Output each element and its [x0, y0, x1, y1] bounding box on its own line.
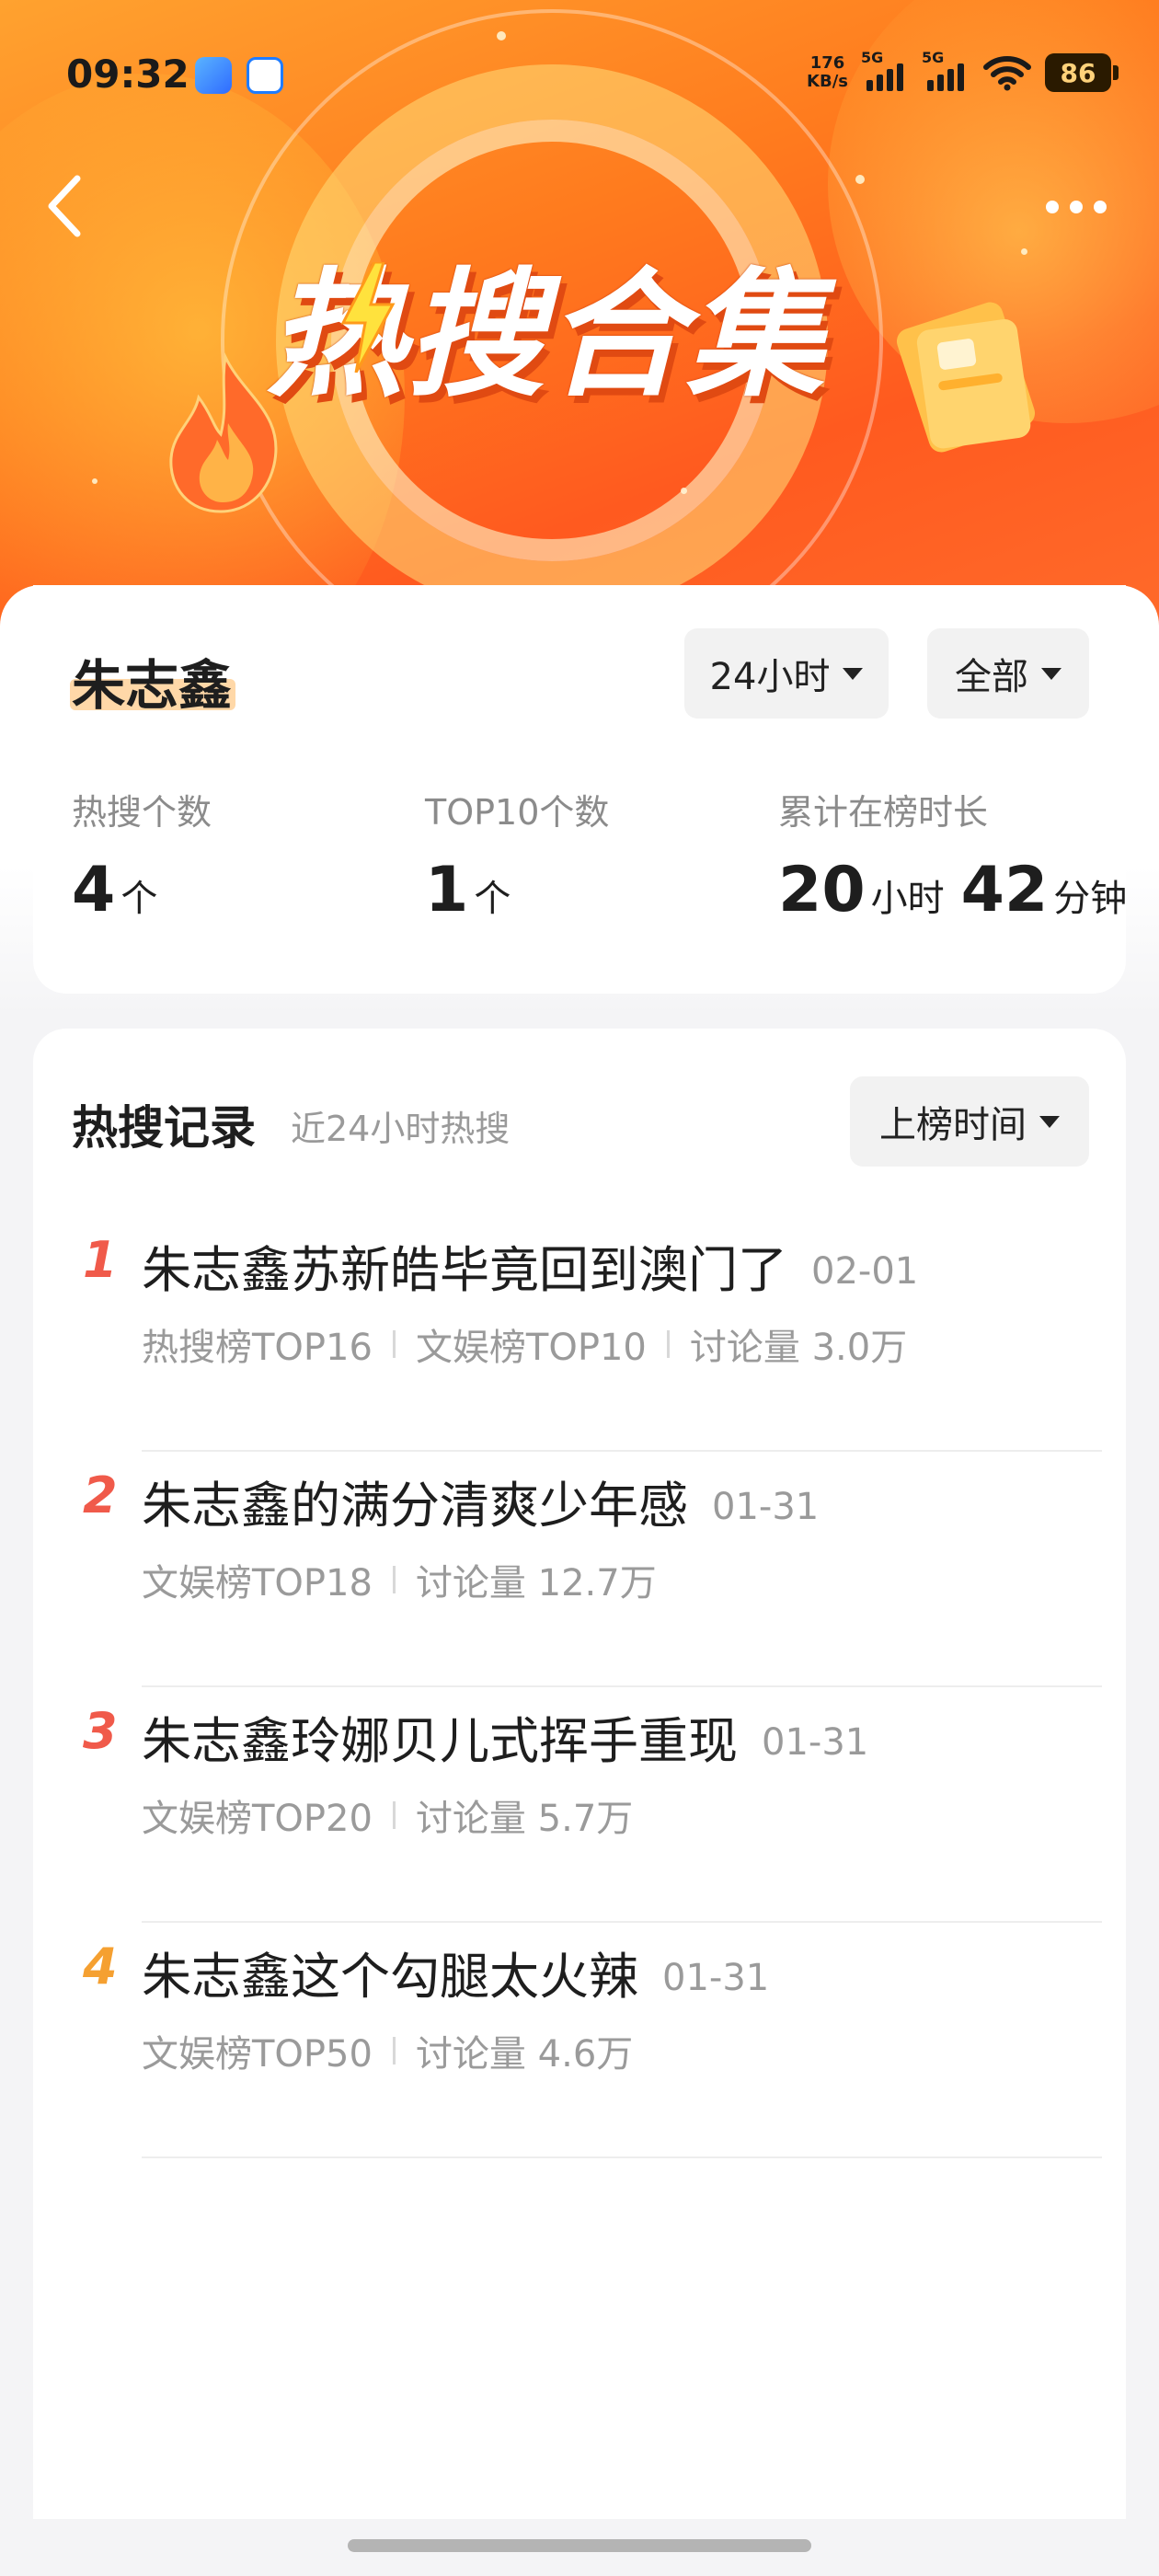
network-speed-unit: KB/s: [807, 72, 848, 91]
home-indicator[interactable]: [348, 2539, 811, 2552]
rank-number: 3: [83, 1702, 118, 1760]
more-dot: [1094, 201, 1107, 213]
stat-label-top10-count: TOP10个数: [425, 792, 610, 833]
record-discussion: 讨论量 5.7万: [415, 1798, 634, 1840]
category-filter-dropdown[interactable]: 全部: [927, 628, 1089, 719]
record-item[interactable]: 4 朱志鑫这个勾腿太火辣 01-31 文娱榜TOP50 讨论量 4.6万: [72, 1923, 1102, 2158]
record-title: 朱志鑫苏新皓毕竟回到澳门了: [142, 1241, 787, 1299]
record-meta: 文娱榜TOP50 讨论量 4.6万: [142, 2024, 633, 2077]
stat-value-top10-count: 1 个: [425, 854, 527, 926]
time-filter-label: 24小时: [709, 656, 831, 698]
network-speed: 176 KB/s: [807, 54, 848, 91]
back-button[interactable]: [37, 166, 101, 248]
app-icon-blue: [195, 57, 232, 94]
stat-hours-unit: 小时: [870, 878, 945, 920]
record-board-rank: 文娱榜TOP10: [415, 1327, 647, 1369]
stat-value-hot-count: 4 个: [72, 854, 174, 926]
sparkle-icon: [681, 488, 687, 494]
record-title-row: 朱志鑫苏新皓毕竟回到澳门了 02-01: [142, 1229, 918, 1302]
record-discussion: 讨论量 4.6万: [415, 2033, 634, 2076]
more-button[interactable]: [1030, 184, 1122, 230]
record-title-row: 朱志鑫玲娜贝儿式挥手重现 01-31: [142, 1700, 868, 1773]
record-date: 01-31: [762, 1721, 869, 1764]
more-dot: [1046, 201, 1059, 213]
records-title: 热搜记录: [72, 1101, 256, 1155]
meta-separator: [666, 1330, 670, 1358]
stat-unit: 个: [474, 878, 511, 920]
folder-icon: [896, 302, 1036, 453]
records-subtitle: 近24小时热搜: [291, 1109, 511, 1149]
record-meta: 文娱榜TOP20 讨论量 5.7万: [142, 1788, 633, 1842]
meta-separator: [392, 2037, 396, 2064]
lightning-icon: [340, 262, 396, 373]
record-title: 朱志鑫这个勾腿太火辣: [142, 1948, 638, 2006]
record-board-rank: 文娱榜TOP50: [142, 2033, 373, 2076]
record-board-rank: 文娱榜TOP18: [142, 1562, 373, 1604]
stat-minutes-unit: 分钟: [1053, 878, 1128, 920]
signal-icon: 5G: [922, 49, 970, 91]
rank-number: 1: [83, 1231, 118, 1289]
status-bar: 09:32 176 KB/s 5G 5G 86: [0, 0, 1159, 138]
person-name: 朱志鑫: [72, 654, 233, 717]
more-dot: [1070, 201, 1083, 213]
record-meta: 热搜榜TOP16 文娱榜TOP10 讨论量 3.0万: [142, 1317, 907, 1371]
stat-hours: 20: [778, 854, 866, 926]
wifi-icon: [983, 56, 1031, 91]
divider: [142, 2156, 1102, 2158]
rank-number: 2: [83, 1466, 118, 1524]
battery-tip: [1113, 65, 1119, 80]
time-filter-dropdown[interactable]: 24小时: [684, 628, 889, 719]
stat-number: 1: [425, 854, 469, 926]
signal-icon: 5G: [861, 49, 909, 91]
sort-label: 上榜时间: [879, 1104, 1027, 1146]
signal-label: 5G: [861, 49, 884, 66]
signal-label: 5G: [922, 49, 945, 66]
record-date: 02-01: [811, 1250, 919, 1293]
network-speed-value: 176: [809, 53, 845, 73]
stat-label-duration: 累计在榜时长: [778, 792, 989, 833]
stat-label-hot-count: 热搜个数: [72, 792, 212, 833]
battery-indicator: 86: [1045, 53, 1111, 92]
stat-minutes: 42: [960, 854, 1049, 926]
record-discussion: 讨论量 3.0万: [689, 1327, 908, 1369]
sort-dropdown[interactable]: 上榜时间: [850, 1076, 1089, 1167]
record-board-rank: 热搜榜TOP16: [142, 1327, 373, 1369]
category-filter-label: 全部: [955, 656, 1028, 698]
record-date: 01-31: [712, 1486, 820, 1528]
record-meta: 文娱榜TOP18 讨论量 12.7万: [142, 1553, 657, 1606]
stat-number: 4: [72, 854, 116, 926]
caret-down-icon: [1041, 667, 1061, 680]
meta-separator: [392, 1566, 396, 1593]
record-item[interactable]: 1 朱志鑫苏新皓毕竟回到澳门了 02-01 热搜榜TOP16 文娱榜TOP10 讨…: [72, 1216, 1102, 1452]
record-title: 朱志鑫玲娜贝儿式挥手重现: [142, 1712, 738, 1770]
meta-separator: [392, 1801, 396, 1829]
caret-down-icon: [1039, 1115, 1060, 1128]
sparkle-icon: [1021, 248, 1027, 255]
record-title-row: 朱志鑫这个勾腿太火辣 01-31: [142, 1936, 769, 2008]
stat-unit: 个: [120, 878, 158, 920]
record-title: 朱志鑫的满分清爽少年感: [142, 1477, 688, 1535]
meta-separator: [392, 1330, 396, 1358]
sparkle-icon: [855, 175, 865, 184]
app-icon-chat: [247, 57, 283, 94]
record-item[interactable]: 2 朱志鑫的满分清爽少年感 01-31 文娱榜TOP18 讨论量 12.7万: [72, 1452, 1102, 1687]
rank-number: 4: [83, 1938, 118, 1995]
record-date: 01-31: [662, 1957, 770, 1999]
caret-down-icon: [843, 667, 864, 680]
sparkle-icon: [92, 478, 98, 484]
record-discussion: 讨论量 12.7万: [415, 1562, 657, 1604]
record-board-rank: 文娱榜TOP20: [142, 1798, 373, 1840]
status-indicators: 176 KB/s 5G 5G 86: [807, 49, 1119, 96]
record-title-row: 朱志鑫的满分清爽少年感 01-31: [142, 1465, 819, 1537]
stat-value-duration: 20 小时 42 分钟: [778, 854, 1127, 926]
status-time: 09:32: [66, 52, 189, 97]
record-item[interactable]: 3 朱志鑫玲娜贝儿式挥手重现 01-31 文娱榜TOP20 讨论量 5.7万: [72, 1687, 1102, 1923]
